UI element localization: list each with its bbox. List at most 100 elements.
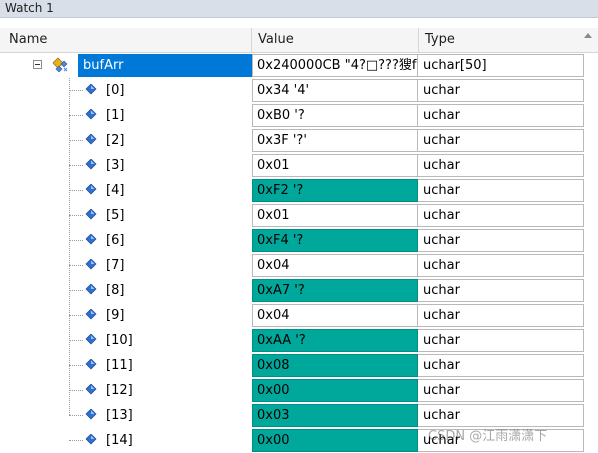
value-cell[interactable]: 0xF2 '?: [252, 179, 418, 202]
value-cell[interactable]: 0x3F '?': [252, 129, 418, 152]
element-index[interactable]: [10]: [106, 328, 133, 353]
tree-branch-line: [69, 90, 83, 91]
value-cell[interactable]: 0x00: [252, 379, 418, 402]
type-cell: uchar: [418, 254, 584, 277]
window-title: Watch 1: [0, 0, 598, 18]
tree-branch-line: [69, 315, 83, 316]
column-divider[interactable]: [418, 28, 419, 52]
diamond-element-icon: [85, 159, 97, 170]
element-index[interactable]: [2]: [106, 128, 124, 153]
type-cell: uchar: [418, 354, 584, 377]
type-cell: uchar: [418, 304, 584, 327]
root-name[interactable]: bufArr: [78, 54, 252, 77]
table-row[interactable]: [1] 0xB0 '? uchar: [0, 103, 598, 128]
name-cell: [6]: [0, 228, 252, 253]
name-cell: [13]: [0, 403, 252, 428]
type-cell: uchar: [418, 329, 584, 352]
table-row[interactable]: [12] 0x00 uchar: [0, 378, 598, 403]
value-cell[interactable]: 0x34 '4': [252, 79, 418, 102]
value-cell[interactable]: 0x01: [252, 154, 418, 177]
type-cell: uchar: [418, 79, 584, 102]
column-name[interactable]: Name: [9, 28, 47, 52]
name-cell: [7]: [0, 253, 252, 278]
tree-branch-line: [69, 440, 83, 441]
table-row[interactable]: [4] 0xF2 '? uchar: [0, 178, 598, 203]
element-index[interactable]: [3]: [106, 153, 124, 178]
table-row[interactable]: [11] 0x08 uchar: [0, 353, 598, 378]
value-cell[interactable]: 0x03: [252, 404, 418, 427]
root-value[interactable]: 0x240000CB "4?□???獀f": [252, 54, 418, 77]
tree-branch-line: [69, 190, 83, 191]
type-cell: uchar: [418, 279, 584, 302]
value-cell[interactable]: 0xA7 '?: [252, 279, 418, 302]
type-cell: uchar: [418, 129, 584, 152]
collapse-icon[interactable]: [33, 60, 42, 69]
table-row[interactable]: [7] 0x04 uchar: [0, 253, 598, 278]
tree-branch-line: [69, 290, 83, 291]
element-index[interactable]: [7]: [106, 253, 124, 278]
table-row[interactable]: [6] 0xF4 '? uchar: [0, 228, 598, 253]
element-index[interactable]: [0]: [106, 78, 124, 103]
type-cell: uchar: [418, 204, 584, 227]
table-row[interactable]: [8] 0xA7 '? uchar: [0, 278, 598, 303]
table-row[interactable]: [0] 0x34 '4' uchar: [0, 78, 598, 103]
name-cell: [9]: [0, 303, 252, 328]
table-row[interactable]: [5] 0x01 uchar: [0, 203, 598, 228]
element-index[interactable]: [9]: [106, 303, 124, 328]
value-cell[interactable]: 0x04: [252, 304, 418, 327]
element-index[interactable]: [4]: [106, 178, 124, 203]
element-index[interactable]: [12]: [106, 378, 133, 403]
type-cell: uchar: [418, 229, 584, 252]
watermark: CSDN @江雨潇潇下: [428, 429, 548, 444]
root-name-cell: bufArr: [0, 53, 252, 78]
root-row[interactable]: bufArr 0x240000CB "4?□???獀f" uchar[50]: [0, 53, 598, 78]
element-index[interactable]: [1]: [106, 103, 124, 128]
diamond-element-icon: [85, 409, 97, 420]
table-row[interactable]: [3] 0x01 uchar: [0, 153, 598, 178]
element-index[interactable]: [11]: [106, 353, 133, 378]
value-cell[interactable]: 0xF4 '?: [252, 229, 418, 252]
element-index[interactable]: [8]: [106, 278, 124, 303]
tree-branch-line: [69, 165, 83, 166]
tree-branch-line: [69, 365, 83, 366]
name-cell: [2]: [0, 128, 252, 153]
table-row[interactable]: [9] 0x04 uchar: [0, 303, 598, 328]
name-cell: [4]: [0, 178, 252, 203]
value-cell[interactable]: 0x00: [252, 429, 418, 452]
name-cell: [1]: [0, 103, 252, 128]
type-cell: uchar: [418, 154, 584, 177]
column-divider[interactable]: [251, 28, 252, 52]
type-cell: uchar: [418, 404, 584, 427]
value-cell[interactable]: 0xB0 '?: [252, 104, 418, 127]
scroll-up-icon[interactable]: [584, 33, 592, 38]
name-cell: [0]: [0, 78, 252, 103]
value-cell[interactable]: 0x08: [252, 354, 418, 377]
table-row[interactable]: [2] 0x3F '?' uchar: [0, 128, 598, 153]
name-cell: [14]: [0, 428, 252, 453]
name-cell: [5]: [0, 203, 252, 228]
element-index[interactable]: [5]: [106, 203, 124, 228]
struct-watch-icon: [52, 57, 68, 73]
name-cell: [3]: [0, 153, 252, 178]
tree-branch-line: [69, 415, 83, 416]
diamond-element-icon: [85, 209, 97, 220]
element-index[interactable]: [6]: [106, 228, 124, 253]
element-index[interactable]: [14]: [106, 428, 133, 453]
diamond-element-icon: [85, 384, 97, 395]
name-cell: [8]: [0, 278, 252, 303]
diamond-element-icon: [85, 84, 97, 95]
column-value[interactable]: Value: [258, 28, 294, 52]
diamond-element-icon: [85, 234, 97, 245]
value-cell[interactable]: 0xAA '?: [252, 329, 418, 352]
diamond-element-icon: [85, 334, 97, 345]
tree-branch-line: [69, 215, 83, 216]
value-cell[interactable]: 0x04: [252, 254, 418, 277]
tree-branch-line: [69, 240, 83, 241]
table-row[interactable]: [10] 0xAA '? uchar: [0, 328, 598, 353]
diamond-element-icon: [85, 109, 97, 120]
element-index[interactable]: [13]: [106, 403, 133, 428]
name-cell: [10]: [0, 328, 252, 353]
root-type: uchar[50]: [418, 54, 584, 77]
column-type[interactable]: Type: [425, 28, 455, 52]
value-cell[interactable]: 0x01: [252, 204, 418, 227]
